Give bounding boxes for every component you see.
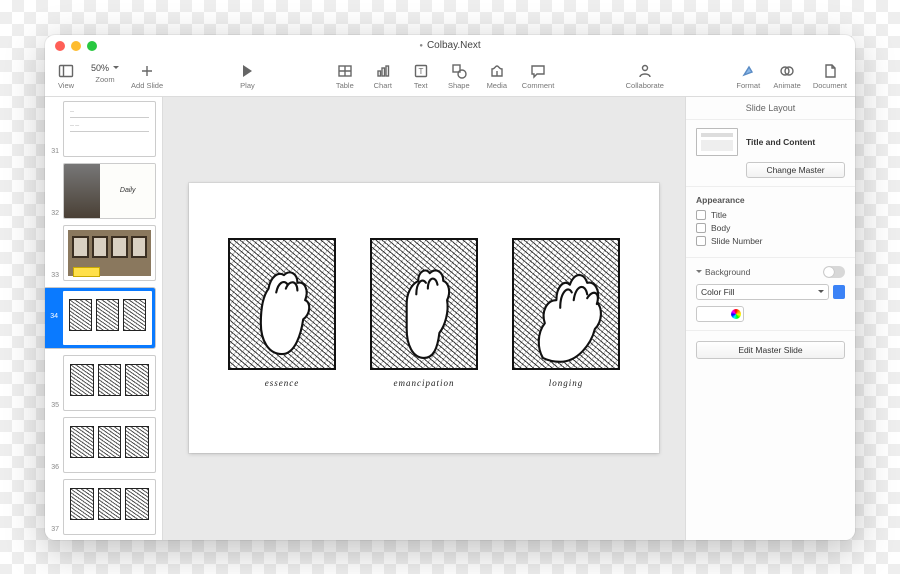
format-inspector: Slide Layout Title and Content Change Ma… [685, 97, 855, 540]
table-button[interactable]: Table [332, 63, 358, 90]
slide-thumb-32[interactable]: 32 Daily [45, 163, 156, 219]
window-close-button[interactable] [55, 41, 65, 51]
comment-button[interactable]: Comment [522, 63, 555, 90]
shape-button[interactable]: Shape [446, 63, 472, 90]
document-button[interactable]: Document [813, 63, 847, 90]
collaborate-icon [636, 63, 654, 79]
slide-thumb-37[interactable]: 37 [45, 479, 156, 535]
slide-thumb-31[interactable]: 31 —— — [45, 101, 156, 157]
view-button[interactable]: View [53, 63, 79, 90]
caption-1: essence [265, 378, 299, 388]
text-icon: T [412, 63, 430, 79]
format-button[interactable]: Format [735, 63, 761, 90]
document-icon [821, 63, 839, 79]
format-icon [739, 63, 757, 79]
artwork-1[interactable]: essence [228, 238, 336, 388]
slide-thumb-34[interactable]: 34 ··· [45, 287, 156, 349]
zoom-button[interactable]: 50% Zoom [91, 63, 119, 84]
svg-text:T: T [418, 67, 423, 76]
fill-options-button[interactable] [833, 285, 845, 299]
caption-2: emancipation [394, 378, 455, 388]
change-master-button[interactable]: Change Master [746, 162, 845, 178]
slide-thumb-33[interactable]: 33 [45, 225, 156, 281]
body-checkbox[interactable]: Body [696, 223, 845, 233]
media-button[interactable]: Media [484, 63, 510, 90]
toolbar: View 50% Zoom Add Slide Play Table [45, 57, 855, 97]
inspector-title: Slide Layout [686, 97, 855, 120]
plus-icon [138, 63, 156, 79]
animate-button[interactable]: Animate [773, 63, 801, 90]
caption-3: longing [549, 378, 584, 388]
color-wheel-icon [731, 309, 741, 319]
layout-name: Title and Content [746, 137, 815, 147]
layout-thumbnail [696, 128, 738, 156]
background-disclosure[interactable]: Background [696, 267, 750, 277]
window-minimize-button[interactable] [71, 41, 81, 51]
slide-thumb-35[interactable]: 35 [45, 355, 156, 411]
comment-icon [529, 63, 547, 79]
chart-button[interactable]: Chart [370, 63, 396, 90]
slide-thumb-36[interactable]: 36 [45, 417, 156, 473]
color-swatch[interactable] [696, 306, 744, 322]
title-checkbox[interactable]: Title [696, 210, 845, 220]
app-window: Colbay.Next View 50% Zoom Add Slide Play [45, 35, 855, 540]
shape-icon [450, 63, 468, 79]
chart-icon [374, 63, 392, 79]
add-slide-button[interactable]: Add Slide [131, 63, 163, 90]
artwork-2[interactable]: emancipation [370, 238, 478, 388]
play-icon [238, 63, 256, 79]
sidebar-icon [57, 63, 75, 79]
edit-master-slide-button[interactable]: Edit Master Slide [696, 341, 845, 359]
media-icon [488, 63, 506, 79]
fill-mode-select[interactable]: Color Fill [696, 284, 829, 300]
titlebar: Colbay.Next [45, 35, 855, 57]
slide-number-checkbox[interactable]: Slide Number [696, 236, 845, 246]
window-zoom-button[interactable] [87, 41, 97, 51]
table-icon [336, 63, 354, 79]
appearance-heading: Appearance [696, 195, 845, 205]
background-toggle[interactable] [823, 266, 845, 278]
document-title: Colbay.Next [45, 40, 855, 51]
collaborate-button[interactable]: Collaborate [626, 63, 664, 90]
artwork-3[interactable]: longing [512, 238, 620, 388]
play-button[interactable]: Play [234, 63, 260, 90]
slide-navigator[interactable]: 31 —— — 32 Daily 33 34 ··· 35 36 [45, 97, 163, 540]
zoom-value: 50% [91, 63, 119, 73]
animate-icon [778, 63, 796, 79]
text-button[interactable]: T Text [408, 63, 434, 90]
current-slide[interactable]: essence emancipation longing [189, 183, 659, 453]
slide-canvas[interactable]: essence emancipation longing [163, 97, 685, 540]
